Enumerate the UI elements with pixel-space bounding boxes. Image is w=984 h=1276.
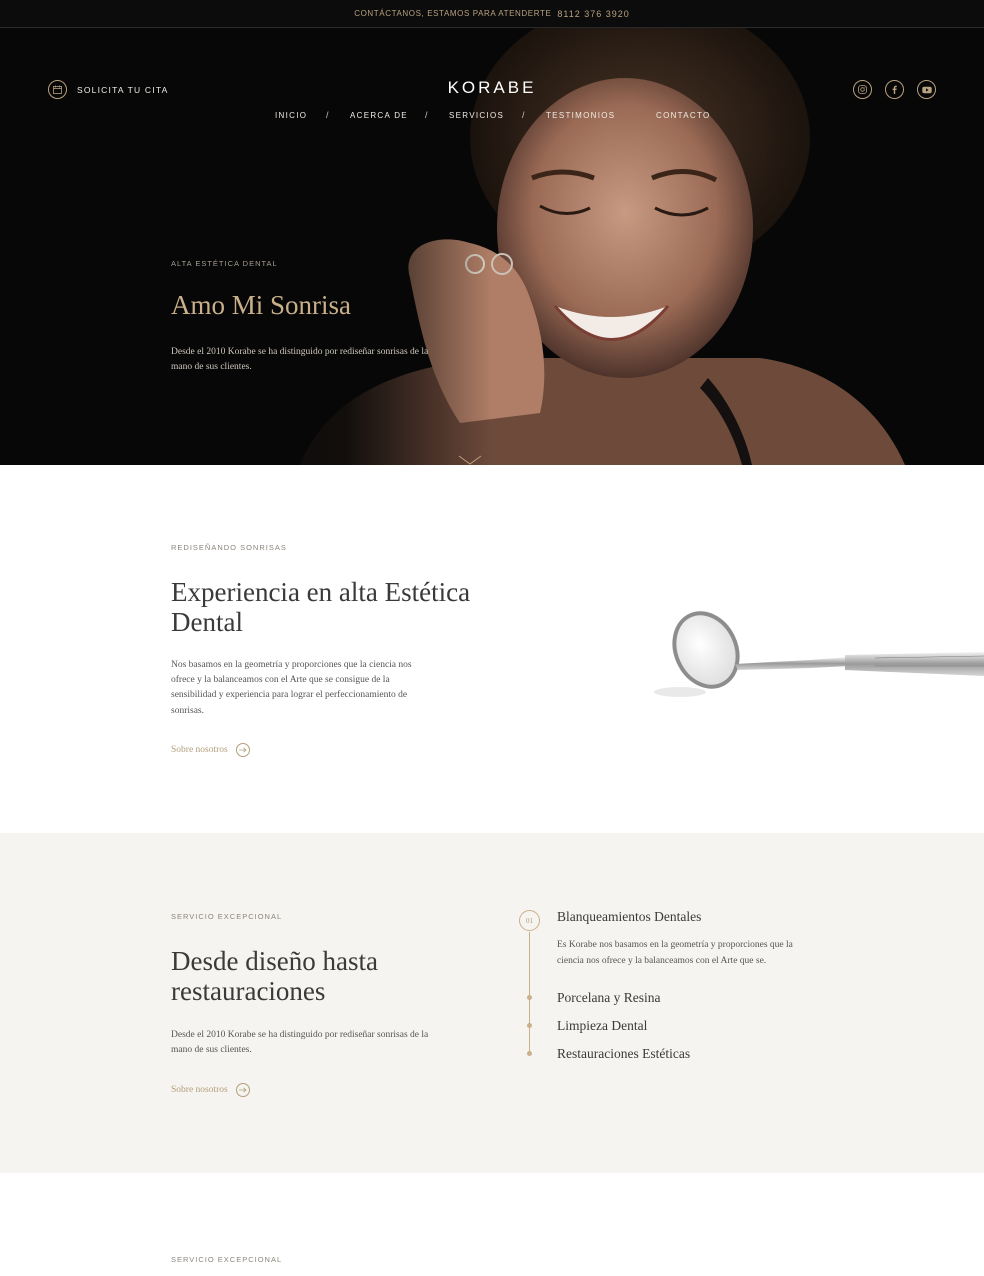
contact-text: CONTÁCTANOS, ESTAMOS PARA ATENDERTE [354,9,552,18]
dental-mirror-image [654,611,984,697]
nav-separator: / [425,110,428,120]
about-more-label: Sobre nosotros [171,745,228,755]
main-nav: INICIO / ACERCA DE / SERVICIOS / TESTIMO… [0,110,984,123]
timeline-step-number: 01 [519,910,540,931]
service-item-restauraciones[interactable]: Restauraciones Estéticas [557,1046,690,1062]
about-more-link[interactable]: Sobre nosotros [171,743,250,757]
top-contact-bar: CONTÁCTANOS, ESTAMOS PARA ATENDERTE 8112… [0,0,984,28]
service-item-description: Es Korabe nos basamos en la geometría y … [557,940,793,966]
hero-title: Amo Mi Sonrisa [171,290,352,320]
services-more-label: Sobre nosotros [171,1085,228,1095]
chevron-down-icon[interactable] [458,452,482,465]
timeline-dot [527,1051,532,1056]
hero-eyebrow: ALTA ESTÉTICA DENTAL [171,259,278,268]
nav-item-inicio[interactable]: INICIO [275,111,307,120]
arrow-right-icon [235,743,250,757]
arrow-right-icon [235,1083,250,1097]
facebook-icon[interactable] [885,80,904,99]
about-title: Experiencia en alta Estética Dental [171,577,471,637]
nav-item-testimonios[interactable]: TESTIMONIOS [546,111,615,120]
timeline-dot [527,1023,532,1028]
brand-logo[interactable]: KORABE [0,78,984,98]
service-item-blanqueamientos[interactable]: Blanqueamientos Dentales [557,909,701,925]
next-section-eyebrow: SERVICIO EXCEPCIONAL [171,1255,283,1264]
phone-number[interactable]: 8112 376 3920 [557,9,629,19]
services-timeline [529,932,530,1055]
service-item-limpieza[interactable]: Limpieza Dental [557,1018,647,1034]
nav-item-contacto[interactable]: CONTACTO [656,111,711,120]
services-description: Desde el 2010 Korabe se ha distinguido p… [171,1030,429,1056]
services-section [0,833,984,1173]
social-links [853,80,936,99]
nav-item-servicios[interactable]: SERVICIOS [449,111,504,120]
nav-item-acerca-de[interactable]: ACERCA DE [350,111,408,120]
hero-description: Desde el 2010 Korabe se ha distinguido p… [171,347,429,372]
instagram-icon[interactable] [853,80,872,99]
service-item-porcelana[interactable]: Porcelana y Resina [557,990,660,1006]
nav-separator: / [326,110,329,120]
hero-section: SOLICITA TU CITA KORABE INICIO / ACERCA … [0,28,984,465]
about-eyebrow: REDISEÑANDO SONRISAS [171,543,287,552]
nav-separator: / [522,110,525,120]
services-eyebrow: SERVICIO EXCEPCIONAL [171,912,283,921]
timeline-dot [527,995,532,1000]
about-description: Nos basamos en la geometría y proporcion… [171,660,412,716]
services-title: Desde diseño hasta restauraciones [171,946,378,1006]
youtube-icon[interactable] [917,80,936,99]
services-more-link[interactable]: Sobre nosotros [171,1083,250,1097]
